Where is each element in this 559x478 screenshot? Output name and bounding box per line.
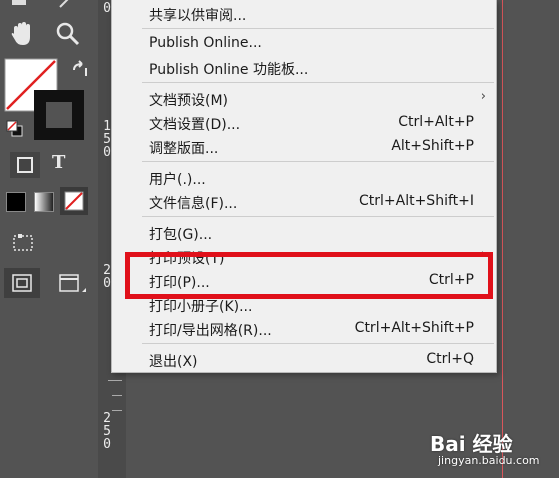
ruler-tick (112, 395, 122, 396)
menu-item-adjust-layout[interactable]: 调整版面... Alt+Shift+P (112, 135, 496, 159)
menu-item-package[interactable]: 打包(G)... (112, 221, 496, 245)
eyedropper-icon[interactable] (56, 0, 78, 8)
menu-item-publish-online-panel[interactable]: Publish Online 功能板... (112, 56, 496, 80)
menu-separator (142, 216, 494, 217)
menu-item-publish-online[interactable]: Publish Online... (112, 32, 496, 56)
hand-tool-icon[interactable] (8, 20, 36, 48)
menu-separator (142, 82, 494, 83)
menu-item-print-export-grid[interactable]: 打印/导出网格(R)... Ctrl+Alt+Shift+P (112, 317, 496, 341)
watermark-url: jingyan.baidu.com (438, 454, 540, 467)
presentation-view-icon[interactable] (56, 268, 92, 298)
apply-none-icon[interactable] (60, 187, 88, 215)
submenu-arrow-icon: › (480, 89, 486, 104)
default-colors-icon[interactable] (6, 120, 24, 138)
formatting-text-icon[interactable]: T (52, 152, 72, 178)
normal-view-icon[interactable] (4, 268, 40, 298)
ruler-label-250: 2 5 0 (103, 411, 111, 452)
apply-color-icon[interactable] (6, 192, 26, 212)
menu-separator (142, 28, 494, 29)
swap-arrow-icon[interactable] (70, 60, 90, 80)
ruler-tick (108, 380, 122, 381)
menu-item-share-for-review[interactable]: 共享以供审阅... (112, 2, 496, 26)
stroke-swatch[interactable] (34, 90, 84, 140)
ruler-tick (112, 410, 122, 411)
tools-panel: T (0, 0, 96, 478)
zoom-tool-icon[interactable] (54, 20, 82, 48)
menu-item-document-setup[interactable]: 文档设置(D)... Ctrl+Alt+P (112, 111, 496, 135)
menu-item-file-info[interactable]: 文件信息(F)... Ctrl+Alt+Shift+I (112, 190, 496, 214)
formatting-container-icon[interactable] (10, 152, 40, 178)
page-bleed-guide (502, 0, 503, 478)
menu-item-user[interactable]: 用户(.)... (112, 166, 496, 190)
screen-mode-icon[interactable] (10, 232, 40, 256)
menu-separator (142, 343, 494, 344)
menu-separator (142, 161, 494, 162)
print-highlight-box (125, 252, 493, 299)
file-menu-dropdown: 共享以供审阅... Publish Online... Publish Onli… (111, 0, 497, 373)
watermark-logo: Bai 经验 (430, 432, 513, 456)
pencil-icon[interactable] (10, 0, 32, 8)
menu-item-exit[interactable]: 退出(X) Ctrl+Q (112, 348, 496, 372)
menu-item-document-presets[interactable]: 文档预设(M) › (112, 87, 496, 111)
apply-gradient-icon[interactable] (34, 192, 54, 212)
